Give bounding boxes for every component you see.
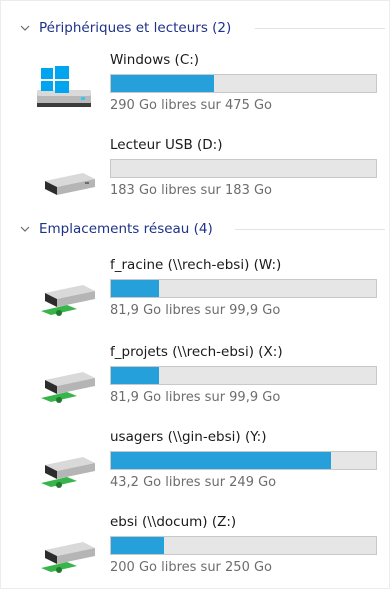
chevron-down-icon bbox=[19, 223, 31, 235]
drive-free-space: 183 Go libres sur 183 Go bbox=[110, 183, 273, 198]
group-header-label: Périphériques et lecteurs (2) bbox=[39, 20, 232, 36]
group-header-network[interactable]: Emplacements réseau (4) bbox=[19, 219, 213, 239]
drive-usage-bar bbox=[110, 536, 377, 555]
drive-name: usagers (\\gin-ebsi) (Y:) bbox=[110, 429, 267, 445]
drive-item-c[interactable]: Windows (C:) 290 Go libres sur 475 Go bbox=[31, 52, 387, 120]
drive-name: ebsi (\\docum) (Z:) bbox=[110, 514, 237, 530]
drive-item-d[interactable]: Lecteur USB (D:) 183 Go libres sur 183 G… bbox=[31, 137, 387, 205]
usb-drive-icon bbox=[37, 151, 97, 199]
drive-free-space: 43,2 Go libres sur 249 Go bbox=[110, 475, 277, 490]
drive-name: Windows (C:) bbox=[110, 52, 200, 68]
drive-usage-fill bbox=[111, 75, 215, 92]
drive-free-space: 200 Go libres sur 250 Go bbox=[110, 560, 273, 575]
drive-name: f_projets (\\rech-ebsi) (X:) bbox=[110, 344, 283, 360]
drive-usage-fill bbox=[111, 452, 331, 469]
network-drive-icon bbox=[37, 528, 97, 576]
drives-panel: Périphériques et lecteurs (2) Windows (C… bbox=[0, 0, 390, 589]
drive-free-space: 81,9 Go libres sur 99,9 Go bbox=[110, 303, 281, 318]
drive-item-x[interactable]: f_projets (\\rech-ebsi) (X:) 81,9 Go lib… bbox=[31, 344, 387, 412]
drive-item-z[interactable]: ebsi (\\docum) (Z:) 200 Go libres sur 25… bbox=[31, 514, 387, 582]
drive-usage-fill bbox=[111, 367, 159, 384]
drive-item-y[interactable]: usagers (\\gin-ebsi) (Y:) 43,2 Go libres… bbox=[31, 429, 387, 497]
group-header-devices[interactable]: Périphériques et lecteurs (2) bbox=[19, 18, 231, 38]
drive-usage-fill bbox=[111, 537, 164, 554]
group-divider bbox=[255, 28, 385, 29]
drive-usage-fill bbox=[111, 280, 159, 297]
network-drive-icon bbox=[37, 443, 97, 491]
group-header-label: Emplacements réseau (4) bbox=[39, 221, 213, 237]
network-drive-icon bbox=[37, 271, 97, 319]
drive-usage-bar bbox=[110, 159, 377, 178]
drive-free-space: 81,9 Go libres sur 99,9 Go bbox=[110, 390, 281, 405]
drive-name: Lecteur USB (D:) bbox=[110, 137, 223, 153]
drive-usage-bar bbox=[110, 451, 377, 470]
chevron-down-icon bbox=[19, 22, 31, 34]
windows-drive-icon bbox=[37, 66, 97, 114]
drive-usage-bar bbox=[110, 74, 377, 93]
drive-name: f_racine (\\rech-ebsi) (W:) bbox=[110, 257, 282, 273]
group-divider bbox=[235, 229, 385, 230]
drive-item-w[interactable]: f_racine (\\rech-ebsi) (W:) 81,9 Go libr… bbox=[31, 257, 387, 325]
drive-usage-bar bbox=[110, 366, 377, 385]
network-drive-icon bbox=[37, 358, 97, 406]
drive-free-space: 290 Go libres sur 475 Go bbox=[110, 98, 273, 113]
drive-usage-bar bbox=[110, 279, 377, 298]
